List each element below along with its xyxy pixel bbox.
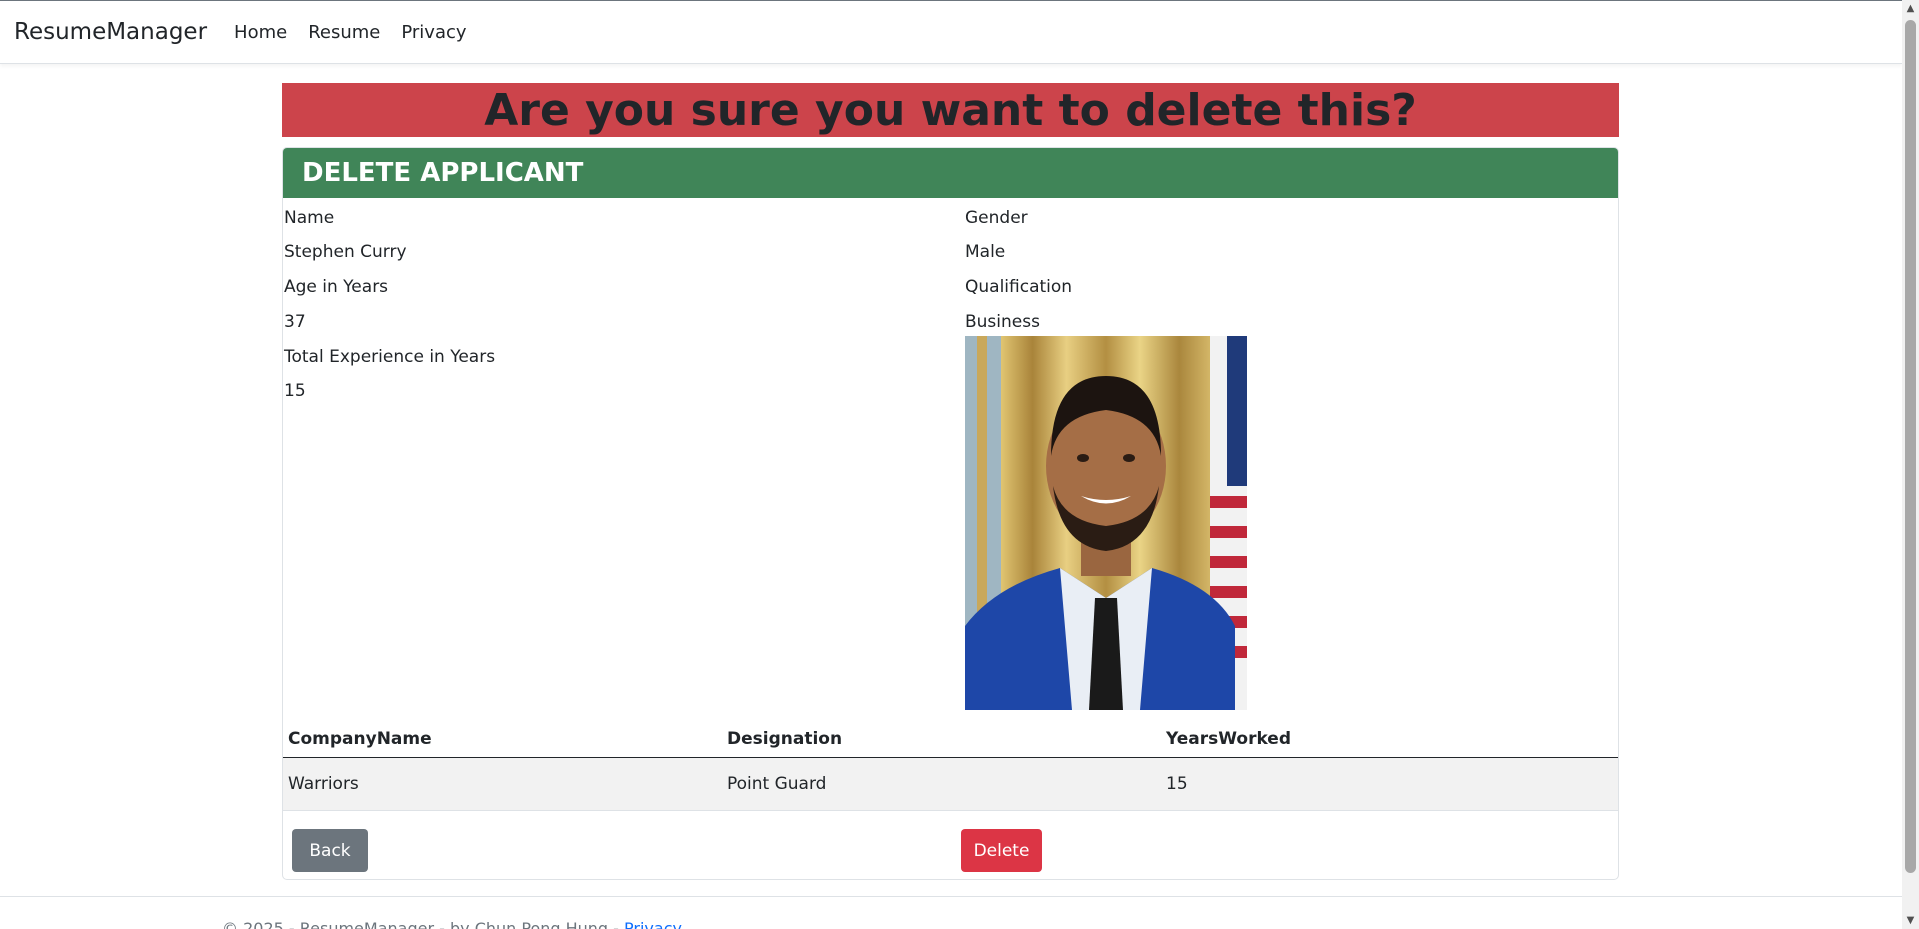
name-label: Name xyxy=(284,208,335,228)
back-button[interactable]: Back xyxy=(292,829,368,872)
footer-copyright: © 2025 - ResumeManager - by Chun Pong Hu… xyxy=(222,919,625,929)
cell-company-name: Warriors xyxy=(288,774,359,794)
table-header-row: CompanyName Designation YearsWorked xyxy=(283,721,1618,758)
footer: © 2025 - ResumeManager - by Chun Pong Hu… xyxy=(0,896,1902,929)
gender-label: Gender xyxy=(965,208,1028,228)
brand-link[interactable]: ResumeManager xyxy=(14,19,207,45)
delete-confirmation-title: Are you sure you want to delete this? xyxy=(282,83,1619,137)
header-company-name: CompanyName xyxy=(288,729,432,749)
scroll-down-arrow-icon[interactable]: ▼ xyxy=(1902,912,1919,929)
main-content: Are you sure you want to delete this? DE… xyxy=(282,83,1619,880)
nav-link-home[interactable]: Home xyxy=(234,22,287,43)
nav-link-privacy[interactable]: Privacy xyxy=(401,22,466,43)
scrollbar-thumb[interactable] xyxy=(1905,20,1916,873)
cell-years-worked: 15 xyxy=(1166,774,1188,794)
footer-privacy-link[interactable]: Privacy xyxy=(624,919,682,929)
cell-designation: Point Guard xyxy=(727,774,827,794)
qualification-value: Business xyxy=(965,312,1040,332)
age-label: Age in Years xyxy=(284,277,389,297)
experience-label: Total Experience in Years xyxy=(284,347,496,367)
experience-value: 15 xyxy=(284,381,306,401)
delete-button[interactable]: Delete xyxy=(961,829,1042,872)
header-designation: Designation xyxy=(727,729,843,749)
name-value: Stephen Curry xyxy=(284,242,407,262)
gender-value: Male xyxy=(965,242,1006,262)
card-header: DELETE APPLICANT xyxy=(283,148,1618,198)
table-row: Warriors Point Guard 15 xyxy=(283,758,1618,811)
applicant-photo xyxy=(965,336,1247,710)
header-years-worked: YearsWorked xyxy=(1166,729,1292,749)
scroll-up-arrow-icon[interactable]: ▲ xyxy=(1902,0,1919,17)
experience-table: CompanyName Designation YearsWorked Warr… xyxy=(283,721,1618,811)
vertical-scrollbar[interactable]: ▲ ▼ xyxy=(1902,0,1919,929)
nav-link-resume[interactable]: Resume xyxy=(308,22,380,43)
delete-applicant-card: DELETE APPLICANT Name Stephen Curry Age … xyxy=(282,147,1619,880)
footer-text: © 2025 - ResumeManager - by Chun Pong Hu… xyxy=(222,919,682,929)
navbar: ResumeManager Home Resume Privacy xyxy=(0,0,1902,64)
age-value: 37 xyxy=(284,312,306,332)
qualification-label: Qualification xyxy=(965,277,1073,297)
